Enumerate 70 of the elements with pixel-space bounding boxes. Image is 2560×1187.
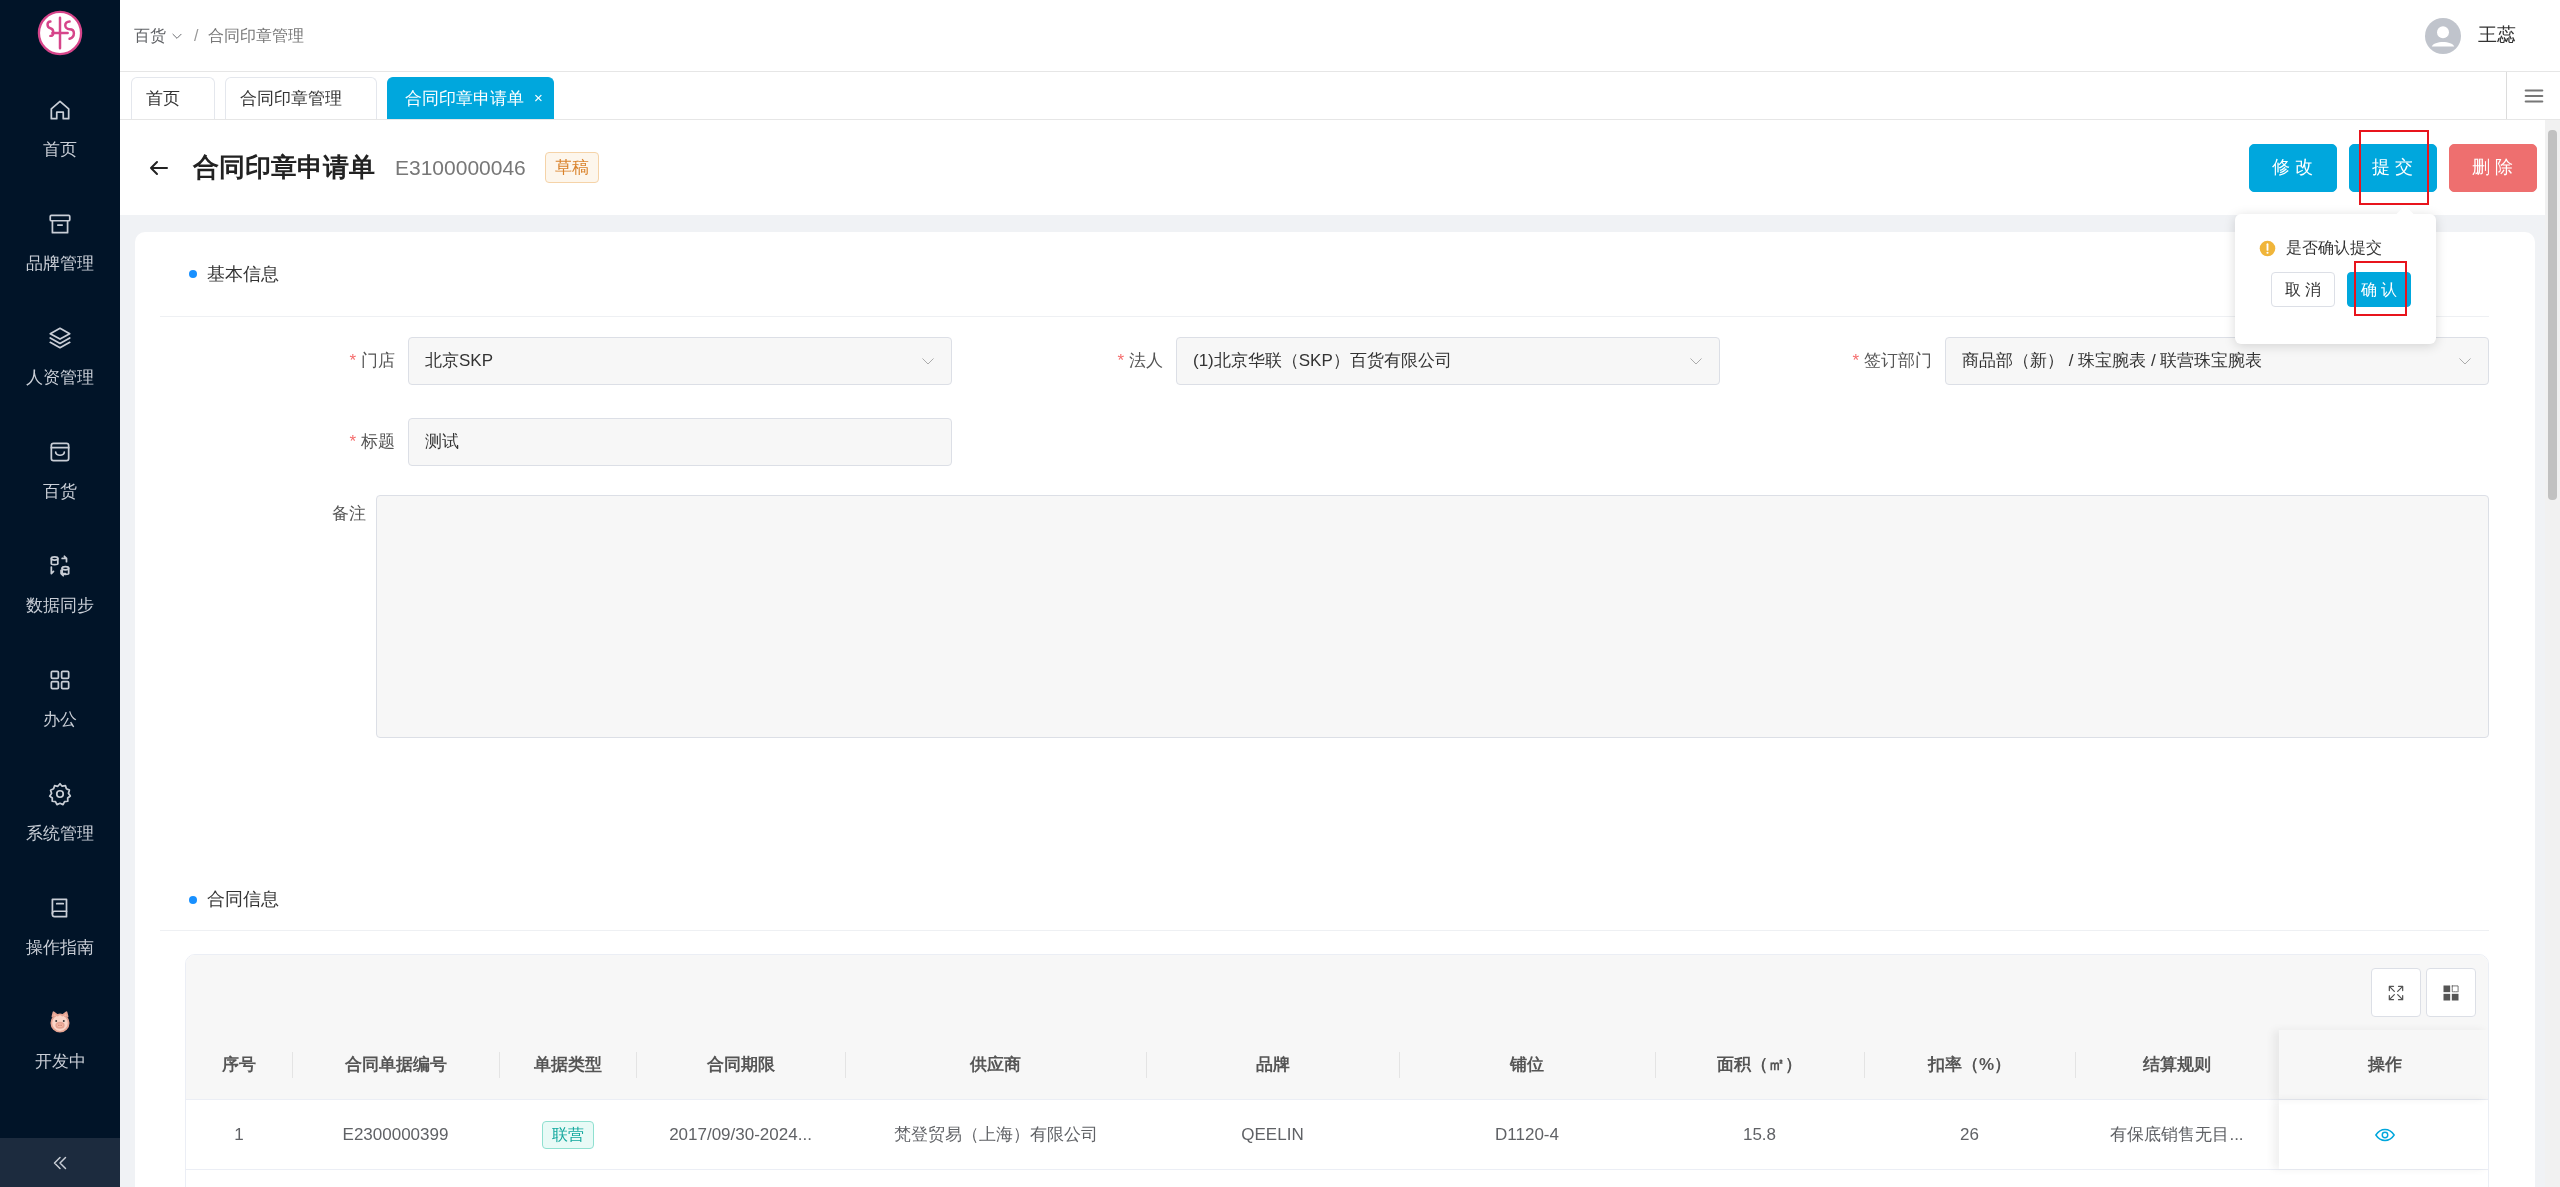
select-field[interactable]: 商品部（新） / 珠宝腕表 / 联营珠宝腕表 [1945,337,2489,385]
type-tag: 联营 [541,1120,594,1149]
column-header: 扣率（%） [1927,1053,2012,1076]
sidebar-item[interactable]: 数据同步 [0,534,120,648]
column-header: 合同期限 [706,1053,775,1076]
sidebar-item[interactable]: 操作指南 [0,876,120,990]
table-cell-text: D1120-4 [1495,1123,1559,1146]
breadcrumb-item[interactable]: 合同印章管理 [208,23,305,48]
sidebar-item[interactable]: 开发中 [0,990,120,1104]
section-title: 合同信息 [207,888,279,911]
popover-button[interactable]: 取 消 [2271,272,2335,307]
column-header: 合同单据编号 [344,1053,447,1076]
sidebar-item[interactable]: 人资管理 [0,306,120,420]
field-label: 备注 [332,504,366,523]
layers-icon [47,325,73,351]
column-header: 单据类型 [533,1053,602,1076]
input-field[interactable]: 测试 [408,418,952,466]
column-header: 操作 [2367,1053,2402,1076]
field-label: 法人 [1129,350,1163,373]
columns-button[interactable] [2426,968,2476,1017]
status-tag: 草稿 [544,151,599,184]
table-cell-text: QEELIN [1241,1123,1304,1146]
page-title: 合同印章申请单 [193,151,375,184]
required-asterisk: * [349,431,356,454]
field-label: 门店 [361,350,395,373]
confirm-message: 是否确认提交 [2286,238,2382,258]
avatar-icon [2425,17,2461,54]
column-header: 铺位 [1510,1053,1544,1076]
column-header: 品牌 [1255,1053,1290,1076]
warning-icon [2259,239,2276,257]
logo-icon [37,10,83,56]
column-header: 面积（㎡） [1717,1053,1802,1076]
required-asterisk: * [349,350,356,373]
archive-box-icon [47,211,73,237]
sidebar-item[interactable]: 办公 [0,648,120,762]
required-asterisk: * [1117,350,1124,373]
sidebar-item[interactable]: 百货 [0,420,120,534]
table-cell-text: 有保底销售无目... [2110,1123,2244,1146]
document-number: E3100000046 [395,154,526,181]
field-label: 签订部门 [1864,350,1932,373]
table-cell-text: 1 [234,1123,244,1146]
breadcrumb-dropdown[interactable]: 百货 [134,23,184,48]
grid-icon [2441,982,2461,1003]
table-cell-text: 2017/09/30-2024... [669,1123,812,1146]
column-header: 结算规则 [2143,1053,2211,1076]
sidebar-item[interactable]: 品牌管理 [0,192,120,306]
select-field[interactable]: (1)北京华联（SKP）百货有限公司 [1176,337,1720,385]
user-name[interactable]: 王蕊 [2478,21,2516,50]
field-label: 标题 [361,431,395,454]
select-field[interactable]: 北京SKP [408,337,952,385]
textarea-field[interactable] [376,495,2489,738]
table-cell-text: E2300000399 [342,1123,449,1146]
tab[interactable]: 合同印章管理 [225,77,377,119]
grid-icon [47,667,73,693]
breadcrumb-separator: / [194,25,199,46]
column-header: 序号 [222,1053,256,1076]
sidebar-item[interactable]: 首页 [0,78,120,192]
fullscreen-button[interactable] [2371,968,2421,1017]
table-cell-text: 15.8 [1742,1123,1777,1146]
sync-database-icon [47,553,73,579]
required-asterisk: * [1852,350,1859,373]
table-cell-text: 梵登贸易（上海）有限公司 [893,1123,1098,1146]
sidebar-item[interactable]: 系统管理 [0,762,120,876]
inbox-icon [47,439,73,465]
section-title: 基本信息 [207,262,279,286]
column-header: 供应商 [970,1053,1021,1076]
tab[interactable]: 首页 [131,77,215,119]
scrollbar-thumb[interactable] [2548,130,2557,500]
settings-icon [47,781,73,807]
table-cell-text: 26 [1960,1123,1979,1146]
